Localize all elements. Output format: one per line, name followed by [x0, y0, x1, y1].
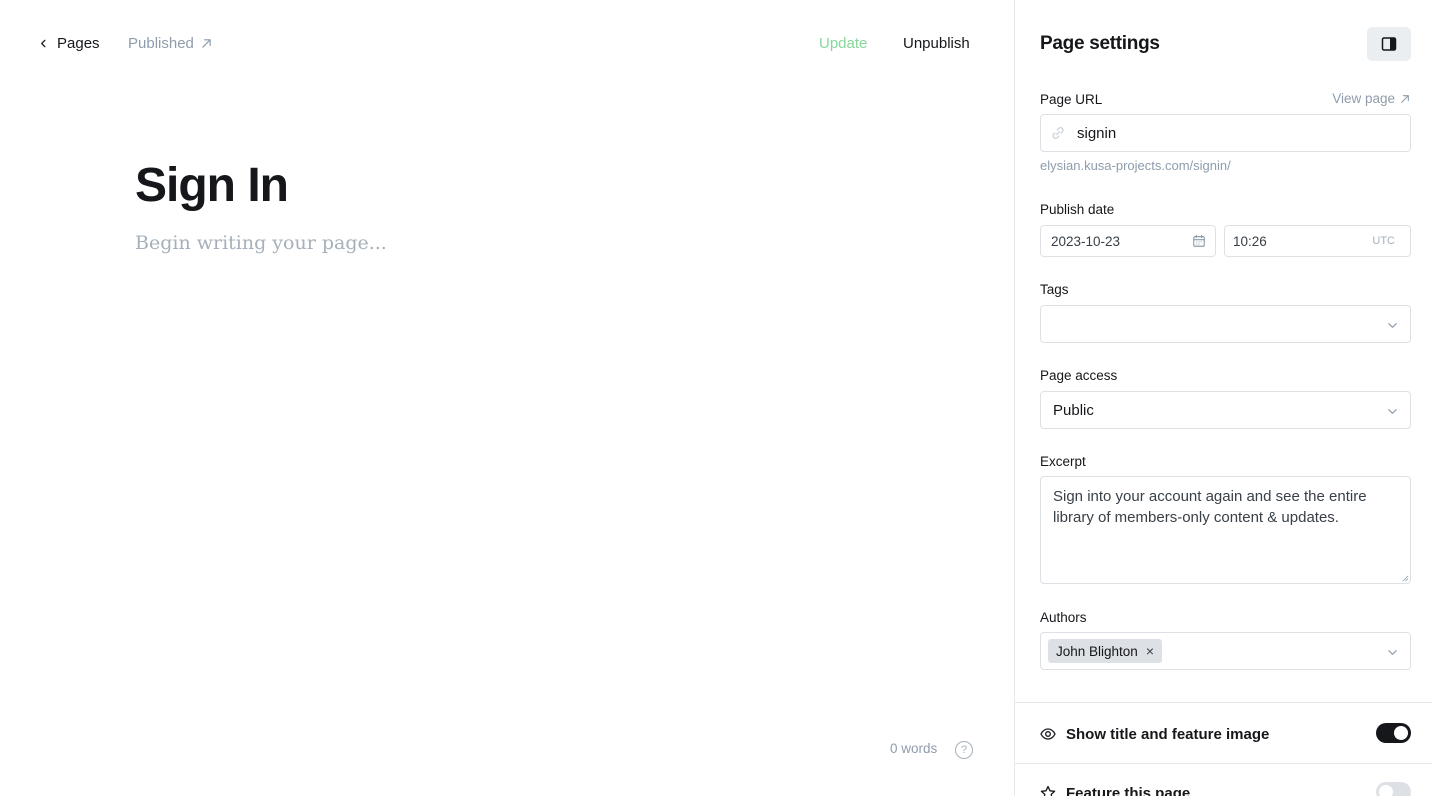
- toggle-sidebar-button[interactable]: [1367, 27, 1411, 61]
- page-url-input[interactable]: [1077, 124, 1397, 142]
- page-body-editor[interactable]: Begin writing your page...: [135, 232, 387, 254]
- toggle-knob: [1379, 785, 1393, 796]
- authors-select[interactable]: John Blighton ×: [1040, 632, 1411, 670]
- calendar-icon[interactable]: [1192, 234, 1206, 248]
- arrow-up-right-icon: [202, 39, 211, 48]
- show-title-toggle[interactable]: [1376, 723, 1411, 743]
- show-title-label: Show title and feature image: [1066, 725, 1270, 743]
- back-to-pages-link[interactable]: Pages: [39, 35, 100, 52]
- feature-page-label: Feature this page: [1066, 784, 1191, 796]
- page-access-value: Public: [1053, 402, 1094, 419]
- tags-label: Tags: [1040, 282, 1069, 297]
- page-access-select[interactable]: Public: [1040, 391, 1411, 429]
- publish-time-input[interactable]: [1233, 233, 1353, 249]
- author-name: John Blighton: [1056, 643, 1138, 659]
- word-count: 0 words: [890, 741, 938, 756]
- page-access-label: Page access: [1040, 368, 1118, 383]
- editor-area: Pages Published Update Unpublish Sign In…: [0, 0, 1014, 796]
- unpublish-button[interactable]: Unpublish: [903, 35, 970, 52]
- author-chip: John Blighton ×: [1048, 639, 1162, 663]
- editor-topbar: Pages Published Update Unpublish: [0, 0, 1014, 88]
- eye-icon: [1040, 728, 1056, 740]
- remove-author-icon[interactable]: ×: [1146, 644, 1154, 658]
- update-button[interactable]: Update: [819, 35, 867, 52]
- resize-handle-icon[interactable]: [1402, 575, 1409, 582]
- excerpt-textarea[interactable]: Sign into your account again and see the…: [1040, 476, 1411, 584]
- section-divider: [1015, 763, 1432, 764]
- help-icon[interactable]: ?: [955, 741, 973, 759]
- timezone-label: UTC: [1372, 235, 1395, 247]
- chevron-left-icon: [41, 39, 46, 48]
- page-title[interactable]: Sign In: [135, 158, 289, 213]
- feature-page-toggle[interactable]: [1376, 782, 1411, 796]
- arrow-up-right-icon: [1401, 94, 1409, 103]
- page-url-preview: elysian.kusa-projects.com/signin/: [1040, 158, 1231, 173]
- page-settings-panel: Page settings Page URL View page elysian…: [1014, 0, 1432, 796]
- sidebar-panel-icon: [1381, 37, 1397, 51]
- published-status-link[interactable]: Published: [128, 35, 212, 52]
- authors-label: Authors: [1040, 610, 1087, 625]
- page-url-label: Page URL: [1040, 92, 1103, 107]
- publish-date-input[interactable]: [1051, 233, 1181, 249]
- view-page-link[interactable]: View page: [1332, 91, 1410, 106]
- star-icon: [1040, 785, 1056, 796]
- back-link-label: Pages: [57, 35, 100, 52]
- tags-select[interactable]: [1040, 305, 1411, 343]
- publish-time-field: UTC: [1224, 225, 1411, 257]
- link-icon: [1052, 127, 1064, 139]
- toggle-knob: [1394, 726, 1408, 740]
- chevron-down-icon: [1388, 650, 1397, 655]
- status-label: Published: [128, 35, 194, 52]
- publish-date-field: [1040, 225, 1216, 257]
- excerpt-label: Excerpt: [1040, 454, 1086, 469]
- publish-date-label: Publish date: [1040, 202, 1115, 217]
- chevron-down-icon: [1388, 409, 1397, 414]
- toggle-row-feature-page: Feature this page: [1040, 781, 1411, 796]
- chevron-down-icon: [1388, 323, 1397, 328]
- section-divider: [1015, 702, 1432, 703]
- view-page-label: View page: [1332, 91, 1395, 106]
- toggle-row-show-title: Show title and feature image: [1040, 722, 1411, 746]
- page-url-field: [1040, 114, 1411, 152]
- settings-title: Page settings: [1040, 33, 1160, 54]
